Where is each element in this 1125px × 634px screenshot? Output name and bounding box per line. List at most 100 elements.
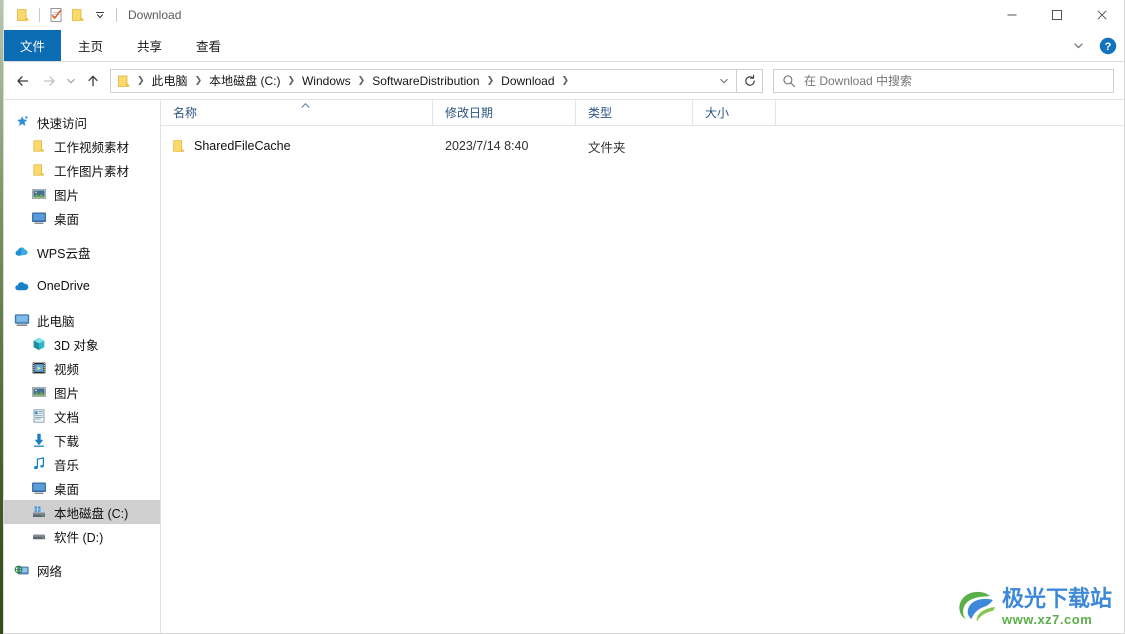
sidebar-item-quick-access[interactable]: 快速访问 (4, 110, 160, 134)
table-row[interactable]: SharedFileCache 2023/7/14 8:40 文件夹 (161, 135, 1124, 157)
column-header-size[interactable]: 大小 (693, 100, 776, 125)
forward-button[interactable] (36, 68, 62, 94)
window-title: Download (128, 8, 182, 22)
column-header-date-modified[interactable]: 修改日期 (433, 100, 576, 125)
customize-chevron-icon[interactable] (89, 4, 111, 26)
address-dropdown-chevron-icon[interactable] (712, 70, 736, 92)
column-header-row: 名称 修改日期 类型 大小 (161, 100, 1124, 126)
help-icon[interactable]: ? (1098, 36, 1118, 56)
file-explorer-window: Download 文件 主页 共享 查看 ? ❯ 此电脑 ❯ 本地磁盘 (C:)… (3, 0, 1125, 634)
sidebar-item-documents[interactable]: 文档 (4, 404, 160, 428)
sidebar-item-drive-d[interactable]: 软件 (D:) (4, 524, 160, 548)
breadcrumb-item-0[interactable]: 此电脑 (149, 70, 191, 91)
sidebar-item-downloads[interactable]: 下载 (4, 428, 160, 452)
sidebar-item-label: 工作视频素材 (54, 140, 130, 155)
pin-star-icon (14, 114, 30, 130)
drive-icon (31, 528, 47, 544)
recent-locations-chevron-icon[interactable] (62, 68, 80, 94)
sidebar-item-work-video-assets[interactable]: 工作视频素材 (4, 134, 160, 158)
breadcrumb-item-2[interactable]: Windows (299, 72, 354, 90)
sidebar-item-label: 快速访问 (37, 116, 88, 131)
breadcrumb-separator: ❯ (287, 75, 295, 85)
column-header-label: 名称 (173, 106, 198, 120)
wps-cloud-icon (14, 244, 30, 260)
close-button[interactable] (1079, 0, 1124, 30)
title-bar: Download (4, 0, 1124, 30)
column-header-label: 修改日期 (445, 106, 494, 120)
breadcrumb-separator: ❯ (357, 75, 366, 85)
sidebar-item-label: OneDrive (37, 279, 90, 293)
breadcrumb-item-1[interactable]: 本地磁盘 (C:) (206, 70, 283, 91)
search-input[interactable] (804, 73, 1113, 88)
refresh-button[interactable] (737, 68, 763, 93)
folder-icon[interactable] (12, 4, 34, 26)
sidebar-item-desktop-quick[interactable]: 桌面 (4, 206, 160, 230)
tab-view[interactable]: 查看 (179, 30, 238, 61)
column-header-type[interactable]: 类型 (576, 100, 693, 125)
tab-home[interactable]: 主页 (61, 30, 120, 61)
network-icon (14, 562, 30, 578)
expand-ribbon-chevron-icon[interactable] (1068, 36, 1088, 56)
sidebar-item-wps-cloud[interactable]: WPS云盘 (4, 240, 160, 264)
sidebar-item-label: 软件 (D:) (54, 530, 104, 545)
sort-ascending-caret-icon (301, 101, 310, 111)
back-button[interactable] (10, 68, 36, 94)
new-folder-icon[interactable] (67, 4, 89, 26)
properties-check-icon[interactable] (45, 4, 67, 26)
folder-icon (31, 162, 47, 178)
sidebar-item-label: 工作图片素材 (54, 164, 130, 179)
sidebar-item-desktop[interactable]: 桌面 (4, 476, 160, 500)
breadcrumb-item-3[interactable]: SoftwareDistribution (369, 72, 482, 90)
documents-icon (31, 408, 47, 424)
sidebar-item-label: 网络 (37, 564, 63, 579)
sidebar-item-music[interactable]: 音乐 (4, 452, 160, 476)
minimize-button[interactable] (989, 0, 1034, 30)
ribbon-tab-bar: 文件 主页 共享 查看 ? (4, 30, 1124, 62)
3d-objects-icon (31, 336, 47, 352)
desktop-icon (31, 210, 47, 226)
breadcrumb-separator: ❯ (561, 75, 570, 85)
sidebar-item-work-image-assets[interactable]: 工作图片素材 (4, 158, 160, 182)
sidebar-item-onedrive[interactable]: OneDrive (4, 274, 160, 298)
sidebar-item-label: 桌面 (54, 212, 80, 227)
column-header-name[interactable]: 名称 (161, 100, 433, 125)
qat-separator-2 (116, 8, 117, 22)
tab-share[interactable]: 共享 (120, 30, 179, 61)
desktop-icon (31, 480, 47, 496)
sidebar-item-label: 下载 (54, 434, 80, 449)
address-bar[interactable]: ❯ 此电脑 ❯ 本地磁盘 (C:) ❯ Windows ❯ SoftwareDi… (110, 68, 737, 93)
sidebar-item-label: 此电脑 (37, 314, 75, 329)
search-box[interactable] (773, 68, 1114, 93)
window-controls (989, 0, 1124, 30)
folder-icon (31, 138, 47, 154)
sidebar-item-pictures-quick[interactable]: 图片 (4, 182, 160, 206)
file-list-pane: 名称 修改日期 类型 大小 SharedFileCache 2023/7/14 … (161, 100, 1124, 633)
maximize-button[interactable] (1034, 0, 1079, 30)
navigation-bar: ❯ 此电脑 ❯ 本地磁盘 (C:) ❯ Windows ❯ SoftwareDi… (4, 62, 1124, 99)
tab-file[interactable]: 文件 (4, 30, 62, 61)
breadcrumb: ❯ 此电脑 ❯ 本地磁盘 (C:) ❯ Windows ❯ SoftwareDi… (111, 70, 712, 91)
sidebar-item-pictures[interactable]: 图片 (4, 380, 160, 404)
breadcrumb-separator: ❯ (137, 75, 145, 85)
sidebar-item-this-pc[interactable]: 此电脑 (4, 308, 160, 332)
file-type-cell: 文件夹 (588, 140, 626, 155)
sidebar-item-label: 音乐 (54, 458, 80, 473)
file-name-cell: SharedFileCache (161, 138, 433, 154)
breadcrumb-item-4[interactable]: Download (498, 72, 557, 90)
sidebar-item-3d-objects[interactable]: 3D 对象 (4, 332, 160, 356)
sidebar-item-local-disk-c[interactable]: 本地磁盘 (C:) (4, 500, 160, 524)
breadcrumb-separator: ❯ (194, 75, 203, 85)
column-header-label: 大小 (705, 106, 730, 120)
videos-icon (31, 360, 47, 376)
sidebar-item-label: 视频 (54, 362, 80, 377)
onedrive-cloud-icon (14, 278, 30, 294)
folder-icon (171, 138, 187, 154)
sidebar-item-videos[interactable]: 视频 (4, 356, 160, 380)
up-button[interactable] (80, 68, 106, 94)
sidebar-item-network[interactable]: 网络 (4, 558, 160, 582)
pictures-icon (31, 186, 47, 202)
content-area: 快速访问 工作视频素材 工作图片素材 图片 桌面 WPS云盘 OneDrive … (4, 99, 1124, 633)
